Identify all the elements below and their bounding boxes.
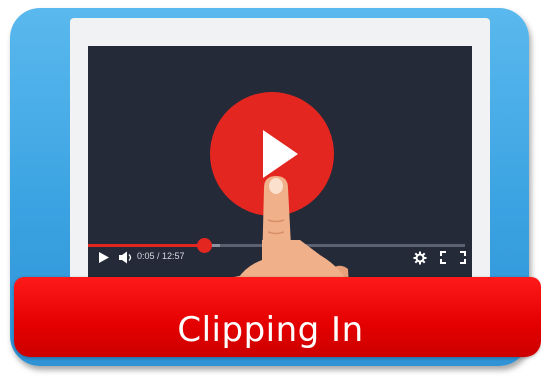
banner-title: Clipping In (177, 310, 364, 350)
